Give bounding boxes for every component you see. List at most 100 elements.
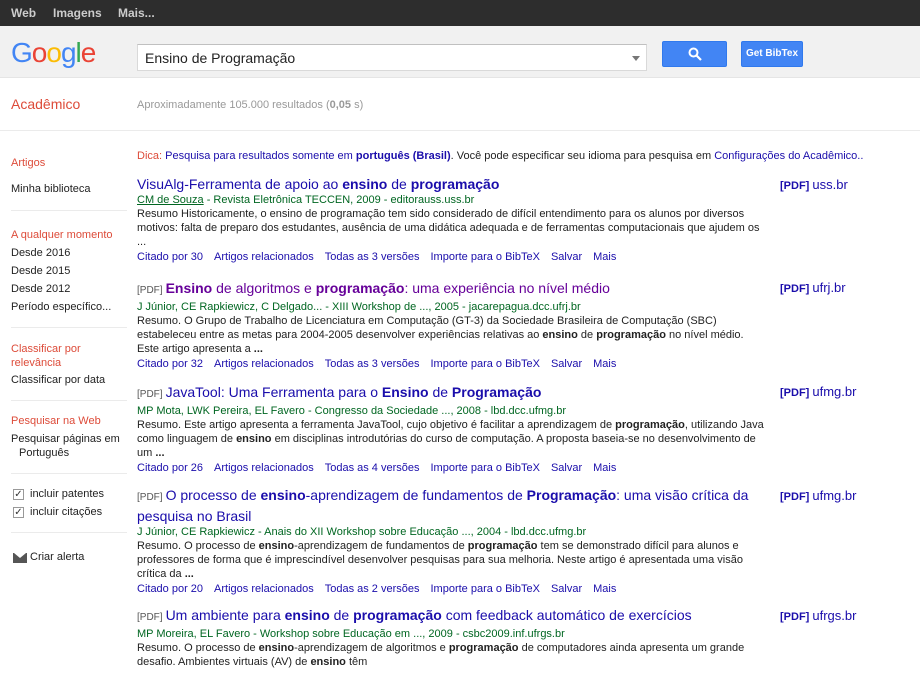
pdf-tag: [PDF] [137,389,163,400]
all-versions-link[interactable]: Todas as 4 versões [325,462,420,474]
nav-web[interactable]: Web [11,6,36,20]
tip-language[interactable]: português (Brasil) [356,150,451,162]
result-item: [PDF] O processo de ensino-aprendizagem d… [137,486,767,596]
save-link[interactable]: Salvar [551,251,582,263]
result-item: [PDF] JavaTool: Uma Ferramenta para o Ens… [137,383,767,475]
sidebar-item-any-time[interactable]: A qualquer momento [11,229,113,241]
result-actions: Citado por 20 Artigos relacionados Todas a… [137,582,767,596]
result-item: [PDF] Um ambiente para ensino de programa… [137,606,767,669]
all-versions-link[interactable]: Todas as 3 versões [325,358,420,370]
chevron-down-icon[interactable] [632,56,640,61]
sidebar-item-sort-relevance[interactable]: Classificar por relevância [11,342,121,370]
related-articles-link[interactable]: Artigos relacionados [214,251,314,263]
include-citations-label[interactable]: incluir citações [30,506,102,518]
sidebar-item-search-web[interactable]: Pesquisar na Web [11,415,101,427]
result-title[interactable]: [PDF] JavaTool: Uma Ferramenta para o Ens… [137,383,767,404]
logo-letter: G [11,37,33,68]
more-link[interactable]: Mais [593,462,616,474]
more-link[interactable]: Mais [593,251,616,263]
search-button[interactable] [662,41,727,67]
cited-by-link[interactable]: Citado por 30 [137,251,203,263]
result-snippet: Resumo Historicamente, o ensino de progr… [137,208,760,248]
side-pdf-link[interactable]: [PDF] ufmg.br [780,384,856,399]
side-pdf-tag: [PDF] [780,491,813,503]
tip-text-2: . Você pode especificar seu idioma para … [450,150,712,162]
import-bibtex-link[interactable]: Importe para o BibTeX [431,583,540,595]
related-articles-link[interactable]: Artigos relacionados [214,462,314,474]
search-input[interactable] [138,45,618,70]
patents-checkbox[interactable]: ✓ [13,489,24,500]
related-articles-link[interactable]: Artigos relacionados [214,358,314,370]
divider [11,532,127,533]
side-pdf-link[interactable]: [PDF] ufrgs.br [780,608,856,623]
result-authors: J Júnior, CE Rapkiewicz, C Delgado... - … [137,301,581,313]
side-pdf-domain: ufmg.br [812,384,857,399]
result-stats: Aproximadamente 105.000 resultados (0,05… [137,99,364,111]
all-versions-link[interactable]: Todas as 2 versões [325,583,420,595]
subheader: Acadêmico Aproximadamente 105.000 result… [0,79,920,131]
search-icon [688,47,702,61]
more-link[interactable]: Mais [593,583,616,595]
nav-images[interactable]: Imagens [53,6,102,20]
include-patents-label[interactable]: incluir patentes [30,488,104,500]
result-actions: Citado por 30 Artigos relacionados Todas a… [137,250,767,264]
more-link[interactable]: Mais [593,358,616,370]
side-pdf-domain: ufrj.br [812,280,846,295]
tip-text-1[interactable]: Pesquisa para resultados somente em [165,150,353,162]
result-title[interactable]: [PDF] O processo de ensino-aprendizagem d… [137,486,767,525]
side-pdf-link[interactable]: [PDF] uss.br [780,177,848,192]
nav-more[interactable]: Mais... [118,6,155,20]
sidebar-item-since-2015[interactable]: Desde 2015 [11,265,70,277]
divider [11,210,127,211]
side-pdf-link[interactable]: [PDF] ufrj.br [780,280,846,295]
section-title[interactable]: Acadêmico [11,96,80,112]
related-articles-link[interactable]: Artigos relacionados [214,583,314,595]
cited-by-link[interactable]: Citado por 26 [137,462,203,474]
tip-settings-link[interactable]: Configurações do Acadêmico [714,150,857,162]
sidebar-item-since-2012[interactable]: Desde 2012 [11,283,70,295]
result-title[interactable]: [PDF] Ensino de algoritmos e programação:… [137,279,767,300]
side-pdf-tag: [PDF] [780,387,813,399]
all-versions-link[interactable]: Todas as 3 versões [325,251,420,263]
divider [11,400,127,401]
sidebar-item-articles[interactable]: Artigos [11,157,45,169]
citations-checkbox[interactable]: ✓ [13,507,24,518]
result-authors: CM de Souza - Revista Eletrônica TECCEN,… [137,194,475,206]
get-bibtex-button[interactable]: Get BibTex [741,41,803,67]
result-authors: J Júnior, CE Rapkiewicz - Anais do XII W… [137,526,587,538]
side-pdf-link[interactable]: [PDF] ufmg.br [780,488,856,503]
sidebar-item-search-pt-lang[interactable]: Português [19,447,69,459]
cited-by-link[interactable]: Citado por 32 [137,358,203,370]
tip-label: Dica: [137,150,163,162]
result-snippet: Resumo. Este artigo apresenta a ferramen… [137,419,764,459]
save-link[interactable]: Salvar [551,583,582,595]
import-bibtex-link[interactable]: Importe para o BibTeX [431,251,540,263]
side-pdf-domain: ufrgs.br [812,608,857,623]
header: Google Get BibTex [0,26,920,78]
save-link[interactable]: Salvar [551,358,582,370]
save-link[interactable]: Salvar [551,462,582,474]
import-bibtex-link[interactable]: Importe para o BibTeX [431,358,540,370]
side-pdf-domain: ufmg.br [812,488,857,503]
logo-letter: o [31,37,48,68]
top-bar: Web Imagens Mais... [0,0,920,26]
import-bibtex-link[interactable]: Importe para o BibTeX [431,462,540,474]
sidebar-item-since-2016[interactable]: Desde 2016 [11,247,70,259]
sidebar-item-custom-period[interactable]: Período específico... [11,301,111,313]
logo-letter: g [60,37,77,68]
result-snippet: Resumo. O processo de ensino-aprendizage… [137,540,743,580]
sidebar-item-my-library[interactable]: Minha biblioteca [11,183,91,195]
sidebar-item-sort-date[interactable]: Classificar por data [11,374,105,386]
result-title[interactable]: [PDF] Um ambiente para ensino de programa… [137,606,767,627]
google-logo[interactable]: Google [11,37,96,69]
result-title[interactable]: VisuAlg-Ferramenta de apoio ao ensino de… [137,175,767,193]
cited-by-link[interactable]: Citado por 20 [137,583,203,595]
create-alert-link[interactable]: Criar alerta [30,551,84,563]
envelope-icon [13,553,27,563]
pdf-tag: [PDF] [137,285,163,296]
side-pdf-domain: uss.br [812,177,848,192]
search-box[interactable] [137,44,647,71]
sidebar-item-search-pt[interactable]: Pesquisar páginas em [11,433,120,445]
search-tip: Dica: Pesquisa para resultados somente e… [137,150,864,162]
side-pdf-tag: [PDF] [780,611,813,623]
